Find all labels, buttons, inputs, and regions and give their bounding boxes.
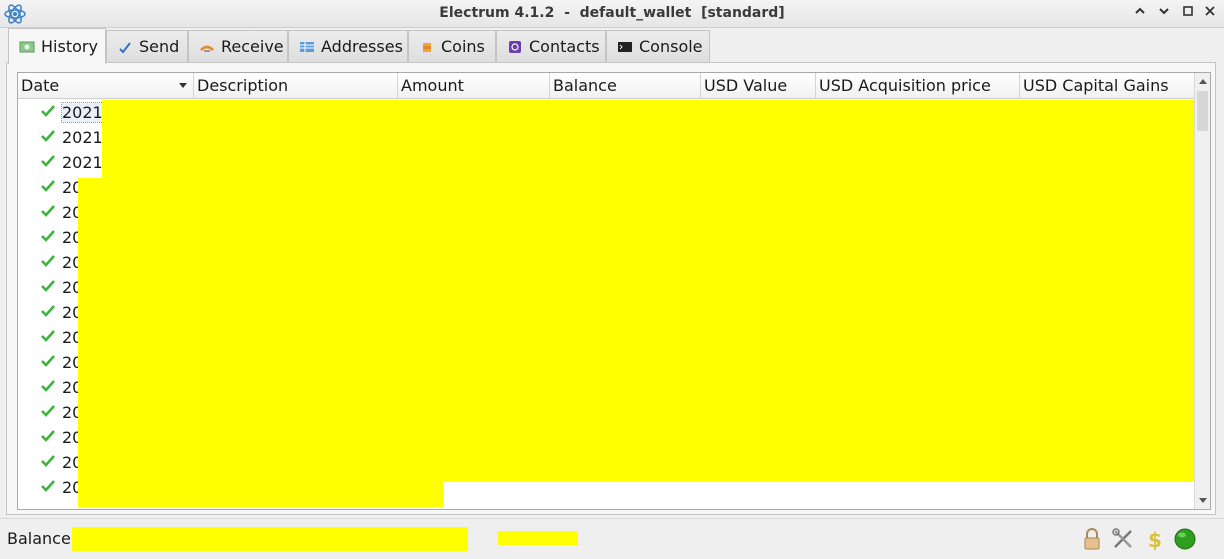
status-bar: Balance: $ [0, 518, 1224, 559]
column-header-description[interactable]: Description [194, 73, 398, 99]
redaction-block [78, 482, 443, 507]
tab-history[interactable]: History [8, 28, 106, 64]
header-label: Description [197, 76, 289, 95]
confirmed-check-icon [41, 180, 55, 192]
header-label: Amount [401, 76, 464, 95]
confirmed-check-icon [41, 305, 55, 317]
confirmed-check-icon [41, 155, 55, 167]
maximize-button[interactable] [1180, 5, 1196, 21]
column-header-usd-capital-gains[interactable]: USD Capital Gains [1020, 73, 1194, 99]
column-header-balance[interactable]: Balance [550, 73, 701, 99]
network-status-icon[interactable] [1173, 527, 1197, 551]
confirmed-check-icon [41, 480, 55, 492]
tab-label: Receive [221, 37, 284, 56]
confirmed-check-icon [41, 455, 55, 467]
confirmed-check-icon [41, 230, 55, 242]
confirmed-check-icon [41, 430, 55, 442]
scroll-thumb[interactable] [1197, 91, 1208, 131]
header-label: USD Value [704, 76, 788, 95]
window-title: Electrum 4.1.2 - default_wallet [standar… [439, 5, 785, 21]
vertical-scrollbar[interactable] [1194, 73, 1210, 509]
confirmed-check-icon [41, 255, 55, 267]
tab-coins[interactable]: Coins [408, 30, 496, 62]
maximize-icon [1183, 6, 1193, 16]
sort-arrow-icon [179, 83, 187, 88]
scroll-down-icon[interactable] [1199, 498, 1207, 503]
tab-label: Coins [441, 37, 485, 56]
lock-icon[interactable] [1080, 527, 1104, 551]
title-bar: Electrum 4.1.2 - default_wallet [standar… [0, 0, 1224, 28]
tab-bar: History Send Receive Addresses Coins Con… [6, 28, 1216, 64]
table-header: Date Description Amount Balance USD Valu… [18, 73, 1194, 99]
receive-icon [200, 45, 214, 52]
chevron-down-icon [1159, 8, 1169, 15]
header-label: Balance [553, 76, 617, 95]
confirmed-check-icon [41, 280, 55, 292]
column-header-amount[interactable]: Amount [398, 73, 550, 99]
tab-label: Send [139, 37, 180, 56]
tab-send[interactable]: Send [106, 30, 188, 62]
tab-label: Addresses [321, 37, 403, 56]
confirmed-check-icon [41, 355, 55, 367]
redaction-block [102, 100, 1194, 178]
send-icon [119, 41, 131, 54]
redaction-block [78, 178, 1194, 482]
tab-label: Console [639, 37, 703, 56]
confirmed-check-icon [41, 105, 55, 117]
header-label: Date [21, 76, 60, 95]
history-icon [19, 41, 35, 52]
confirmed-check-icon [41, 380, 55, 392]
tab-label: Contacts [529, 37, 600, 56]
tab-addresses[interactable]: Addresses [288, 30, 408, 62]
history-table[interactable]: Date Description Amount Balance USD Valu… [17, 72, 1211, 510]
contacts-icon [509, 40, 521, 53]
seed-dollar-icon[interactable]: $ [1142, 527, 1166, 551]
column-header-usd-value[interactable]: USD Value [701, 73, 816, 99]
chevron-up-icon [1135, 7, 1145, 14]
balance-label: Balance: [7, 529, 77, 548]
close-button[interactable] [1202, 5, 1218, 21]
console-icon [618, 41, 632, 52]
header-label: USD Capital Gains [1023, 76, 1169, 95]
confirmed-check-icon [41, 330, 55, 342]
confirmed-check-icon [41, 130, 55, 142]
history-panel: Date Description Amount Balance USD Valu… [6, 63, 1216, 515]
tab-console[interactable]: Console [606, 30, 710, 62]
addresses-icon [300, 41, 314, 52]
column-header-usd-acquisition-price[interactable]: USD Acquisition price [816, 73, 1020, 99]
close-icon [1205, 6, 1215, 16]
restore-button[interactable] [1156, 5, 1172, 21]
fiat-redaction [498, 531, 578, 545]
coins-icon [423, 42, 431, 52]
confirmed-check-icon [41, 405, 55, 417]
preferences-tools-icon[interactable] [1111, 527, 1135, 551]
column-header-date[interactable]: Date [18, 73, 194, 99]
minimize-button[interactable] [1132, 5, 1148, 21]
tab-contacts[interactable]: Contacts [496, 30, 606, 62]
scroll-up-icon[interactable] [1199, 79, 1207, 84]
confirmed-check-icon [41, 205, 55, 217]
header-label: USD Acquisition price [819, 76, 991, 95]
tab-label: History [41, 37, 98, 56]
tab-receive[interactable]: Receive [188, 30, 288, 62]
balance-redaction [72, 527, 468, 551]
svg-text:$: $ [1148, 528, 1162, 551]
